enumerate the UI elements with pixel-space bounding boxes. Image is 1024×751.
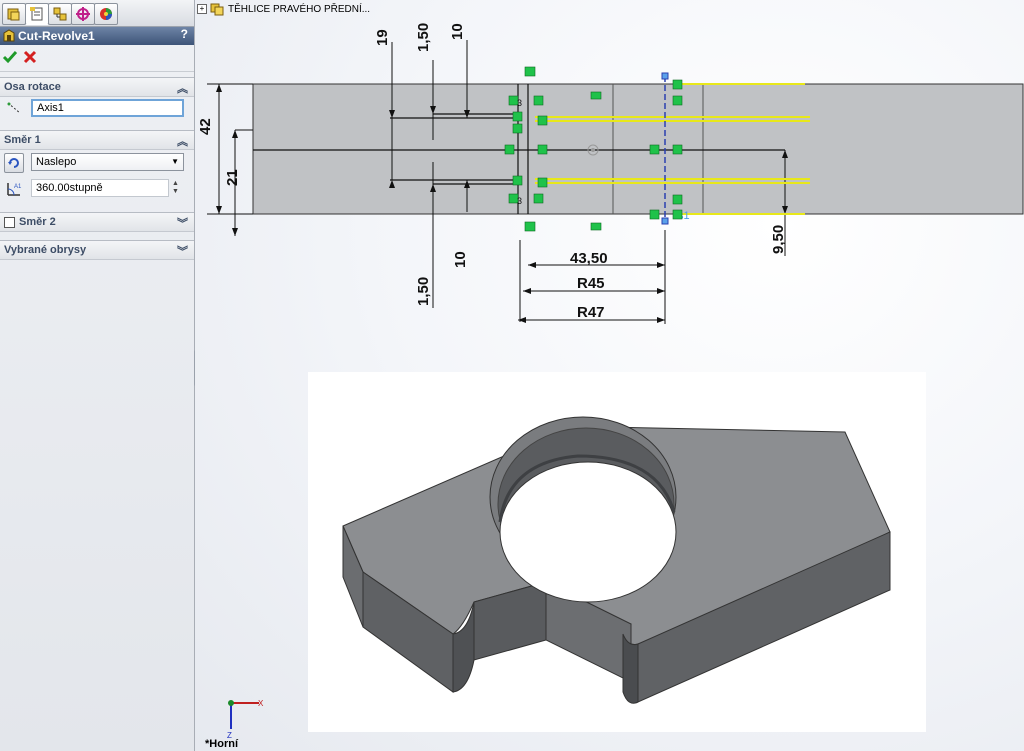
angle-spinner[interactable]: ▲ ▼ — [172, 180, 179, 196]
dimension-19[interactable]: 19 — [374, 29, 391, 46]
collapse-chevron-icon[interactable]: ︽ — [177, 133, 188, 149]
svg-text:A1: A1 — [14, 184, 22, 190]
part-preview-window — [308, 372, 926, 732]
dimension-9-50[interactable]: 9,50 — [770, 225, 787, 254]
axis-section-label: Osa rotace — [4, 81, 61, 93]
cancel-button[interactable] — [22, 49, 38, 68]
axis-selection-field[interactable]: Axis1 — [31, 99, 184, 117]
view-triad: X Z — [227, 699, 264, 740]
direction2-section-header[interactable]: Směr 2 ︾ — [0, 213, 194, 232]
appearance-icon[interactable] — [94, 3, 118, 25]
dimension-r47[interactable]: R47 — [577, 304, 605, 321]
feature-title: Cut-Revolve1 — [18, 29, 95, 43]
part-section-face — [252, 83, 1024, 215]
end-condition-select[interactable]: Naslepo ▼ — [31, 153, 184, 171]
constraint-label: 3 — [517, 98, 522, 108]
ok-cancel-row — [0, 45, 194, 72]
cut-revolve-icon — [3, 29, 15, 42]
end-condition-value: Naslepo — [36, 156, 77, 168]
angle-icon: A1 — [6, 181, 22, 200]
dimension-1-50-top[interactable]: 1,50 — [415, 23, 432, 52]
selected-contours-section: Vybrané obrysy ︾ — [0, 240, 194, 261]
dimension-42[interactable]: 42 — [197, 118, 214, 135]
dimxpert-icon[interactable] — [71, 3, 95, 25]
feature-title-bar: Cut-Revolve1 ? — [0, 27, 194, 45]
triad-x-label: X — [258, 699, 264, 708]
manager-tabs — [0, 0, 194, 27]
graphics-area[interactable]: + TĚHLICE PRAVÉHO PŘEDNÍ... s1 3 3 19 1,… — [195, 0, 1024, 751]
dimension-43-50[interactable]: 43,50 — [570, 250, 608, 267]
feature-manager-icon[interactable] — [2, 3, 26, 25]
view-orientation-label: *Horní — [205, 738, 238, 750]
constraint-label: 3 — [517, 196, 522, 206]
dimension-r45[interactable]: R45 — [577, 275, 605, 292]
axis-selection-value: Axis1 — [37, 102, 64, 114]
reverse-direction-icon — [8, 158, 19, 168]
direction2-checkbox[interactable] — [4, 216, 15, 228]
angle-value: 360.00stupně — [36, 182, 103, 194]
chevron-down-icon: ▼ — [171, 157, 179, 166]
property-manager-icon[interactable] — [25, 3, 49, 25]
part-3d-preview — [342, 416, 891, 704]
help-button[interactable]: ? — [181, 27, 188, 41]
selected-contours-label: Vybrané obrysy — [4, 244, 87, 256]
expand-chevron-icon[interactable]: ︾ — [177, 215, 188, 231]
direction1-section-header[interactable]: Směr 1 ︽ — [0, 131, 194, 150]
dimension-1-50-bottom[interactable]: 1,50 — [415, 277, 432, 306]
direction1-section-label: Směr 1 — [4, 134, 41, 146]
axis-section-header[interactable]: Osa rotace ︽ — [0, 78, 194, 97]
angle-input[interactable]: 360.00stupně — [31, 179, 169, 197]
axis-icon — [6, 101, 22, 118]
dimension-21[interactable]: 21 — [224, 169, 241, 186]
configuration-manager-icon[interactable] — [48, 3, 72, 25]
reverse-direction-button[interactable] — [4, 153, 24, 173]
checkmark-icon — [2, 51, 18, 64]
direction2-section-label: Směr 2 — [19, 216, 56, 228]
direction1-section: Směr 1 ︽ Naslepo ▼ A1 360.00stupně ▲ ▼ — [0, 130, 194, 211]
property-manager-panel: Cut-Revolve1 ? Osa rotace ︽ Axis1 Směr 1… — [0, 0, 195, 751]
dimension-10-bottom[interactable]: 10 — [452, 251, 469, 268]
selected-contours-header[interactable]: Vybrané obrysy ︾ — [0, 241, 194, 260]
dimension-10-top[interactable]: 10 — [449, 23, 466, 40]
ok-button[interactable] — [2, 49, 18, 68]
expand-chevron-icon[interactable]: ︾ — [177, 243, 188, 259]
direction2-section: Směr 2 ︾ — [0, 212, 194, 233]
axis-section: Osa rotace ︽ Axis1 — [0, 77, 194, 126]
x-icon — [23, 50, 37, 64]
sketch-view: s1 3 3 19 1,50 10 42 21 10 1,50 43,50 R4… — [197, 23, 1024, 324]
collapse-chevron-icon[interactable]: ︽ — [177, 80, 188, 96]
